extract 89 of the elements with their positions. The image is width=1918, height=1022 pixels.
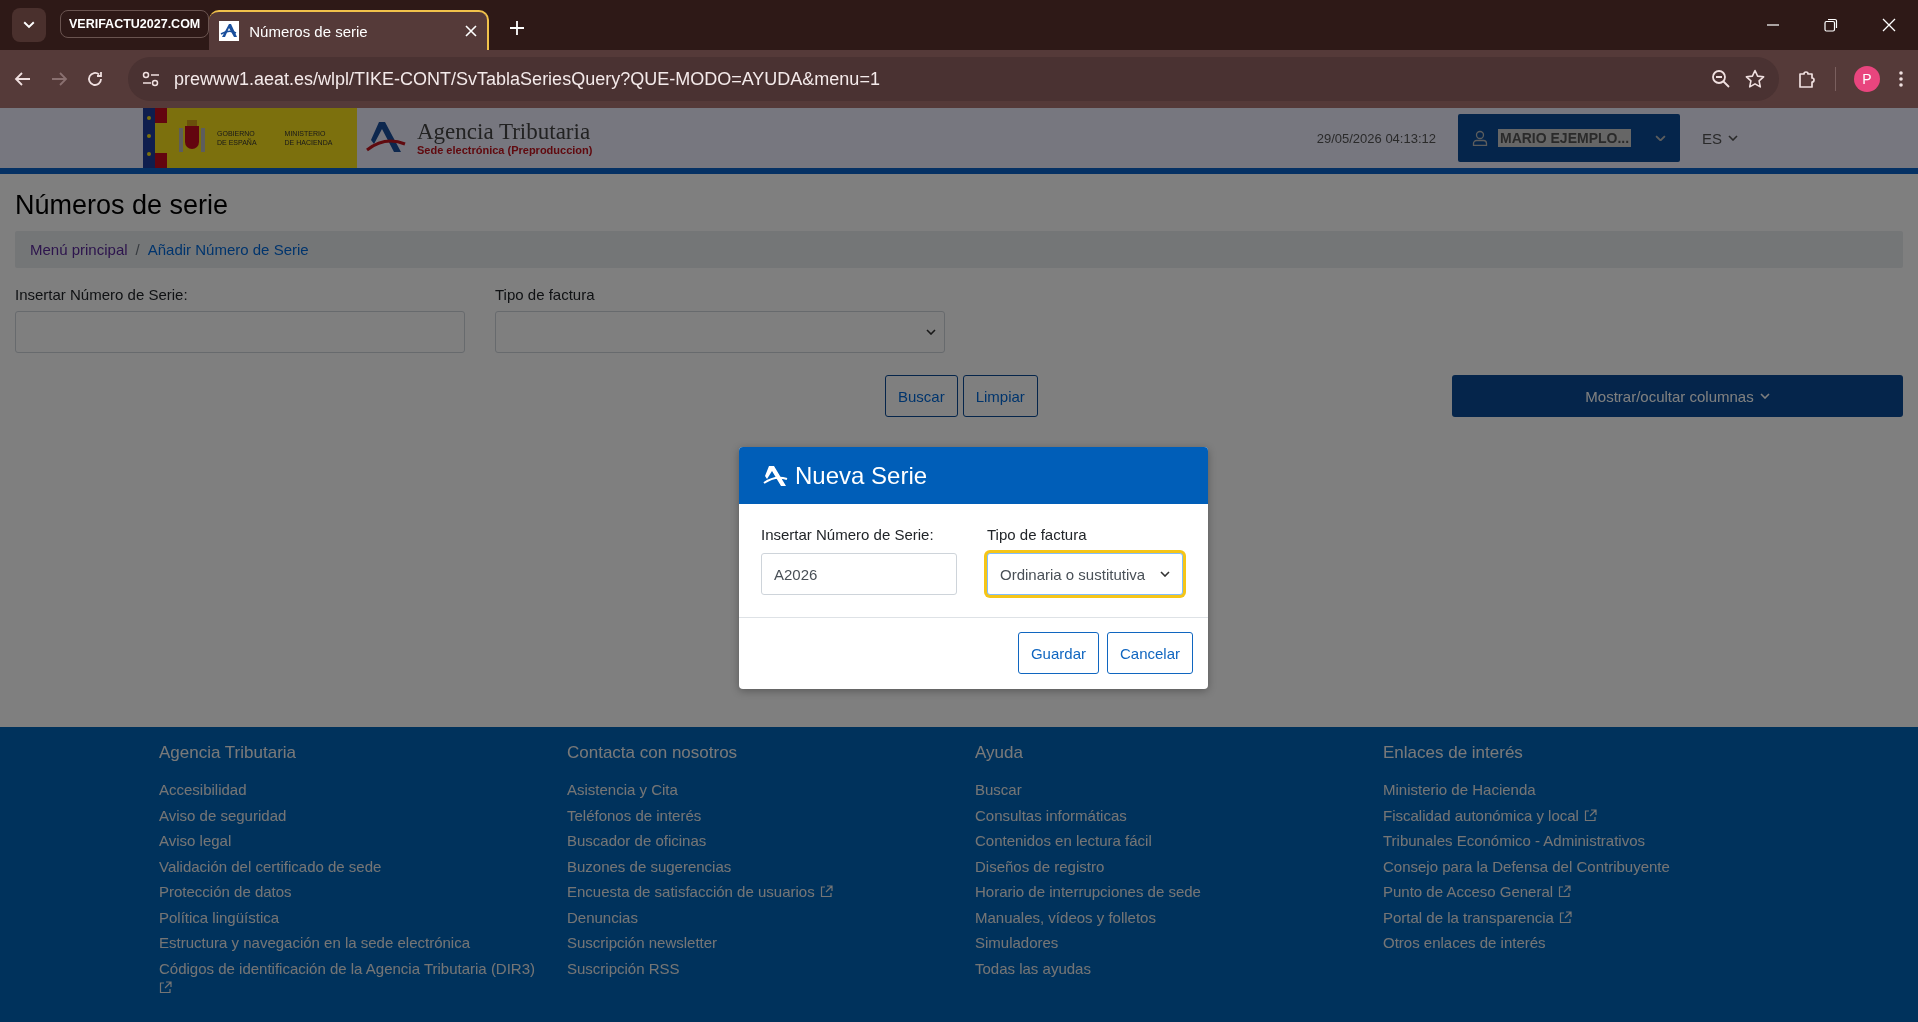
footer-link[interactable]: Suscripción newsletter [567, 930, 975, 956]
dialog-title: Nueva Serie [795, 461, 928, 490]
footer-link[interactable]: Política lingüística [159, 904, 567, 930]
footer-link[interactable]: Teléfonos de interés [567, 802, 975, 828]
footer-link[interactable]: Simuladores [975, 930, 1383, 956]
footer-link[interactable]: Ministerio de Hacienda [1383, 777, 1791, 803]
chevron-down-icon [23, 21, 35, 29]
url-text: prewww1.aeat.es/wlpl/TIKE-CONT/SvTablaSeriesQuery?QUE-MODO=AYUDA&menu=1 [174, 68, 881, 90]
restore-icon[interactable] [1824, 18, 1838, 32]
user-menu-button[interactable]: MARIO EJEMPLO... [1458, 114, 1680, 162]
chevron-down-icon [1759, 393, 1770, 399]
footer-link[interactable]: Aviso legal [159, 828, 567, 854]
breadcrumb-link[interactable]: Menú principal [30, 241, 128, 258]
footer-heading: Ayuda [975, 743, 1024, 763]
footer-link[interactable]: Consejo para la Defensa del Contribuyente [1383, 853, 1791, 879]
footer-link[interactable]: Accesibilidad [159, 777, 567, 803]
columns-toggle-button[interactable]: Mostrar/ocultar columnas [1452, 375, 1903, 417]
external-link-icon [159, 981, 172, 994]
tab-search-button[interactable] [12, 8, 46, 42]
footer-link[interactable]: Suscripción RSS [567, 955, 975, 981]
input-field[interactable] [15, 311, 465, 353]
footer-heading: Agencia Tributaria [159, 743, 298, 763]
browser-tab[interactable]: Números de serie [209, 10, 490, 50]
action-button[interactable]: Buscar [885, 375, 958, 417]
footer-link[interactable]: Buscar [975, 777, 1383, 803]
external-link-icon [819, 885, 833, 898]
footer-link[interactable]: Tribunales Económico - Administrativos [1383, 828, 1791, 854]
footer-link[interactable]: Buzones de sugerencias [567, 853, 975, 879]
spain-flag-icon [155, 108, 167, 168]
brand-name: Agencia Tributaria [417, 120, 592, 144]
back-icon[interactable] [14, 70, 32, 88]
footer-link[interactable]: Consultas informáticas [975, 802, 1383, 828]
page-title: Números de serie [15, 190, 230, 221]
agency-logo-icon [763, 464, 789, 487]
footer-link[interactable]: Aviso de seguridad [159, 802, 567, 828]
footer-link[interactable]: Fiscalidad autonómica y local [1383, 802, 1791, 828]
chevron-down-icon [1160, 571, 1170, 577]
tab-group-label[interactable]: VERIFACTU2027.COM [60, 10, 210, 38]
footer-link[interactable]: Denuncias [567, 904, 975, 930]
dialog-button[interactable]: Cancelar [1106, 632, 1193, 674]
brand-subtitle: Sede electrónica (Preproduccion) [417, 144, 593, 156]
footer-link[interactable]: Validación del certificado de sede [159, 853, 567, 879]
field-label: Tipo de factura [495, 286, 596, 303]
user-icon [1472, 130, 1488, 146]
chevron-down-icon [1655, 134, 1666, 142]
footer-link[interactable]: Códigos de identificación de la Agencia Tributaria (DIR3) [159, 955, 567, 994]
footer-link[interactable]: Asistencia y Cita [567, 777, 975, 803]
external-link-icon [1558, 885, 1572, 898]
star-icon[interactable] [1745, 69, 1765, 89]
agency-logo-icon [219, 21, 240, 41]
close-icon[interactable] [1882, 18, 1896, 32]
extensions-icon[interactable] [1797, 69, 1817, 89]
footer-link[interactable]: Horario de interrupciones de sede [975, 879, 1383, 905]
chevron-down-icon [926, 329, 936, 335]
footer-link[interactable]: Manuales, vídeos y folletos [975, 904, 1383, 930]
external-link-icon [1583, 808, 1597, 822]
footer-link[interactable]: Punto de Acceso General [1383, 879, 1791, 905]
close-icon[interactable] [465, 25, 478, 37]
zoom-out-icon[interactable] [1711, 69, 1731, 89]
profile-avatar[interactable]: P [1854, 66, 1880, 92]
footer-link[interactable]: Estructura y navegación en la sede electrónica [159, 930, 567, 956]
footer-heading: Contacta con nosotros [567, 743, 739, 763]
footer-link[interactable]: Encuesta de satisfacción de usuarios [567, 879, 975, 905]
footer-link[interactable]: Contenidos en lectura fácil [975, 828, 1383, 854]
footer-link[interactable]: Todas las ayudas [975, 955, 1383, 981]
reload-icon[interactable] [86, 70, 104, 88]
footer-heading: Enlaces de interés [1383, 743, 1524, 763]
action-button[interactable]: Limpiar [962, 375, 1038, 417]
footer-link[interactable]: Otros enlaces de interés [1383, 930, 1791, 956]
footer-link[interactable]: Diseños de registro [975, 853, 1383, 879]
language-selector[interactable]: ES [1702, 129, 1738, 147]
address-bar[interactable]: prewww1.aeat.es/wlpl/TIKE-CONT/SvTablaSeriesQuery?QUE-MODO=AYUDA&menu=1 [128, 57, 1779, 101]
footer-link[interactable]: Protección de datos [159, 879, 567, 905]
dialog-button[interactable]: Guardar [1017, 632, 1099, 674]
breadcrumb-link[interactable]: Añadir Número de Serie [147, 241, 309, 258]
footer-link[interactable]: Buscador de oficinas [567, 828, 975, 854]
chevron-down-icon [1728, 135, 1738, 141]
external-link-icon [1558, 910, 1572, 924]
footer-link[interactable]: Portal de la transparencia [1383, 904, 1791, 930]
input-field[interactable]: A2026 [761, 553, 957, 595]
invoice-type-select[interactable]: Ordinaria o sustitutiva [987, 553, 1183, 595]
menu-icon[interactable] [1898, 70, 1904, 88]
field-label: Tipo de factura [987, 526, 1088, 543]
breadcrumb-separator: / [135, 241, 140, 258]
field-label: Insertar Número de Serie: [761, 526, 935, 543]
field-label: Insertar Número de Serie: [15, 286, 189, 303]
site-settings-icon[interactable] [142, 71, 160, 87]
eu-flag-icon [143, 108, 155, 168]
date-time: 29/05/2026 04:13:12 [1316, 130, 1436, 146]
